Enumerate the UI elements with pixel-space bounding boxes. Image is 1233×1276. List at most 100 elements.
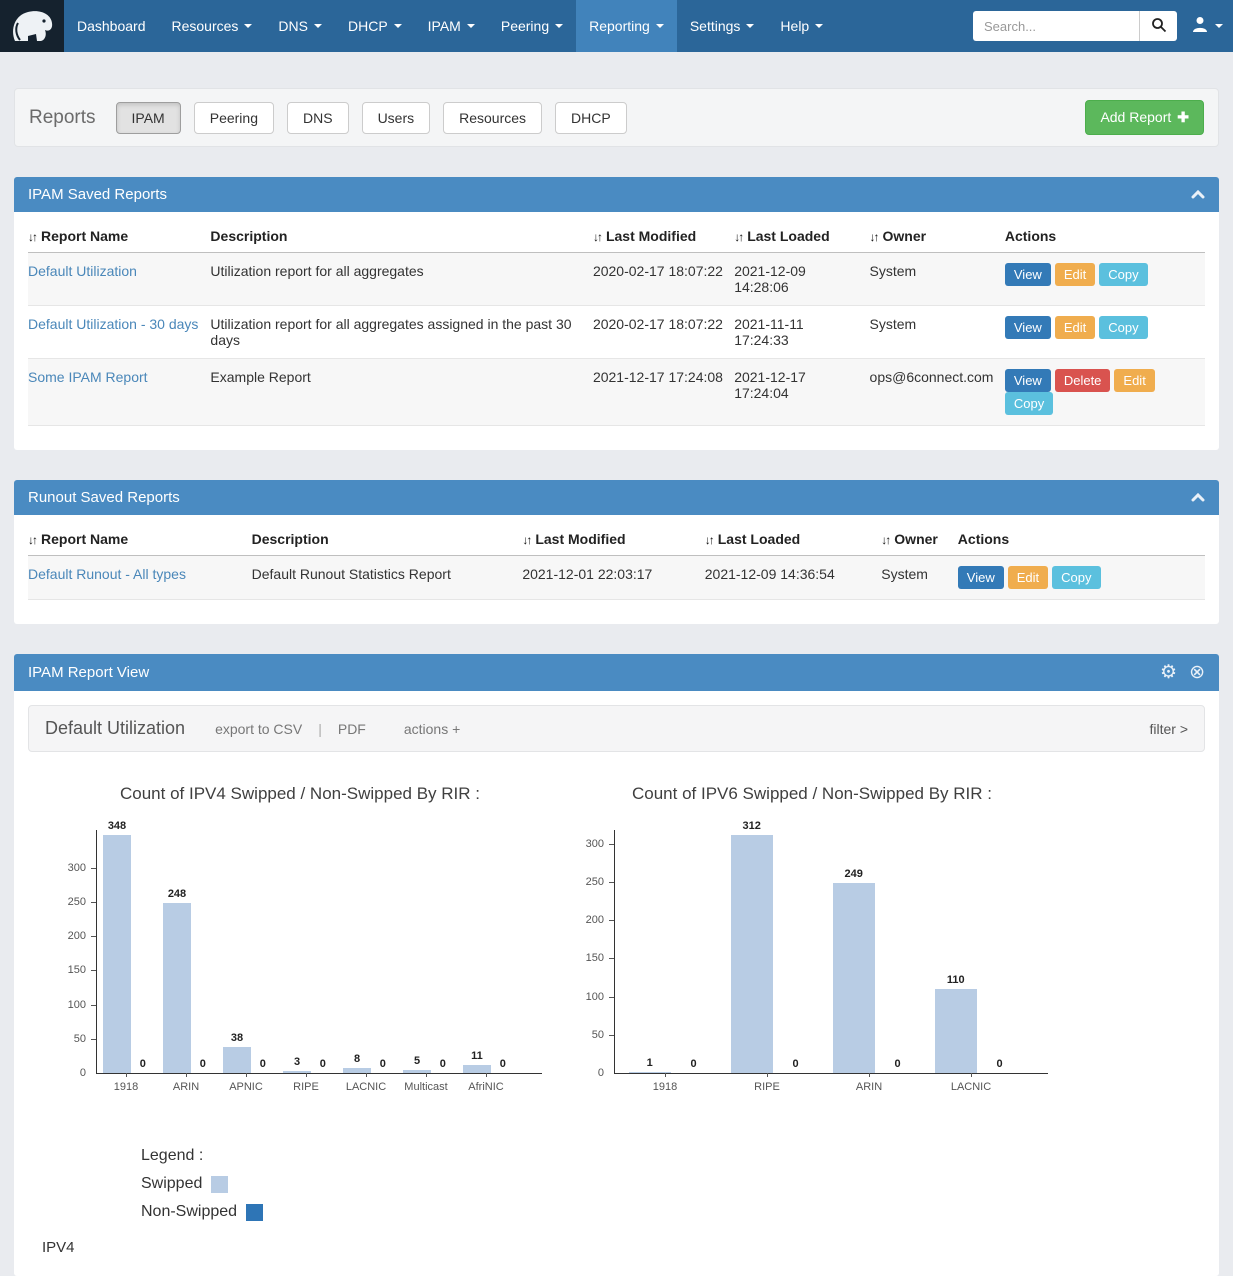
nav-item-label: Settings — [690, 18, 741, 34]
nav-item-dhcp[interactable]: DHCP — [335, 0, 415, 52]
report-link[interactable]: Some IPAM Report — [28, 369, 148, 385]
nav-item-resources[interactable]: Resources — [159, 0, 266, 52]
column-header-last-loaded[interactable]: ↓↑Last Loaded — [734, 218, 869, 253]
chart-plot: 050100150200250300348019182480ARIN380APN… — [56, 830, 544, 1103]
legend-swatch — [211, 1176, 228, 1193]
runout-saved-reports-panel: Runout Saved Reports ↓↑Report NameDescri… — [14, 480, 1219, 624]
delete-button[interactable]: Delete — [1055, 369, 1111, 392]
report-link[interactable]: Default Utilization — [28, 263, 137, 279]
copy-button[interactable]: Copy — [1005, 392, 1053, 415]
search-button[interactable] — [1139, 11, 1177, 41]
x-tick-label: AfriNIC — [456, 1081, 516, 1093]
add-report-button[interactable]: Add Report✚ — [1085, 100, 1204, 135]
y-tick-label: 100 — [56, 999, 86, 1011]
gear-icon[interactable]: ⚙ — [1160, 663, 1177, 682]
edit-button[interactable]: Edit — [1114, 369, 1154, 392]
column-label: Last Loaded — [747, 228, 829, 244]
nav-item-peering[interactable]: Peering — [488, 0, 576, 52]
copy-button[interactable]: Copy — [1052, 566, 1100, 589]
panel-title: IPAM Report View — [28, 664, 149, 681]
last-modified-cell: 2020-02-17 18:07:22 — [593, 306, 734, 359]
column-header-last-loaded[interactable]: ↓↑Last Loaded — [705, 521, 882, 556]
tab-users[interactable]: Users — [362, 102, 431, 134]
y-tick-label: 250 — [574, 876, 604, 888]
description-cell: Example Report — [210, 359, 593, 426]
x-tick — [126, 1073, 127, 1077]
collapse-chevron-icon[interactable] — [1191, 493, 1205, 502]
bar-chart-ipv6: Count of IPV6 Swipped / Non-Swipped By R… — [574, 784, 1050, 1103]
chevron-down-icon — [746, 24, 754, 28]
y-tick-label: 200 — [574, 914, 604, 926]
nav-item-settings[interactable]: Settings — [677, 0, 768, 52]
edit-button[interactable]: Edit — [1055, 316, 1095, 339]
nav-item-dns[interactable]: DNS — [265, 0, 335, 52]
ipam-saved-reports-panel: IPAM Saved Reports ↓↑Report NameDescript… — [14, 177, 1219, 450]
column-header-owner[interactable]: ↓↑Owner — [870, 218, 1005, 253]
report-name-cell: Default Utilization — [28, 253, 210, 306]
mammoth-logo-icon[interactable] — [0, 0, 64, 52]
x-tick — [665, 1073, 666, 1077]
tab-resources[interactable]: Resources — [443, 102, 542, 134]
sort-icon: ↓↑ — [522, 533, 530, 547]
report-tabs: IPAM Peering DNS Users Resources DHCP — [116, 102, 640, 134]
collapse-chevron-icon[interactable] — [1191, 190, 1205, 199]
y-tick-label: 100 — [574, 991, 604, 1003]
nav-item-reporting[interactable]: Reporting — [576, 0, 677, 52]
column-label: Description — [252, 531, 329, 547]
runout-reports-table: ↓↑Report NameDescription↓↑Last Modified↓… — [28, 521, 1205, 600]
nav-item-label: Peering — [501, 18, 549, 34]
top-navbar: DashboardResourcesDNSDHCPIPAM Peering Repo… — [0, 0, 1233, 52]
export-csv-link[interactable]: export to CSV — [215, 721, 302, 737]
bar-swipped — [833, 883, 875, 1073]
bar-value-label: 1 — [625, 1057, 675, 1069]
column-label: Actions — [1005, 228, 1056, 244]
nav-menu: DashboardResourcesDNSDHCPIPAM Peering Repo… — [64, 0, 836, 52]
report-name-cell: Some IPAM Report — [28, 359, 210, 426]
export-pdf-link[interactable]: PDF — [338, 721, 366, 737]
bar-value-label: 249 — [829, 868, 879, 880]
tab-dns[interactable]: DNS — [287, 102, 349, 134]
report-name-cell: Default Runout - All types — [28, 556, 252, 600]
nav-item-help[interactable]: Help — [767, 0, 836, 52]
view-button[interactable]: View — [1005, 369, 1051, 392]
copy-button[interactable]: Copy — [1099, 316, 1147, 339]
edit-button[interactable]: Edit — [1055, 263, 1095, 286]
column-header-report-name[interactable]: ↓↑Report Name — [28, 218, 210, 253]
description-cell: Utilization report for all aggregates as… — [210, 306, 593, 359]
nav-item-dashboard[interactable]: Dashboard — [64, 0, 159, 52]
chevron-down-icon — [555, 24, 563, 28]
tab-dhcp[interactable]: DHCP — [555, 102, 627, 134]
view-button[interactable]: View — [1005, 263, 1051, 286]
column-header-last-modified[interactable]: ↓↑Last Modified — [593, 218, 734, 253]
bar-swipped — [731, 835, 773, 1073]
close-icon[interactable]: ⊗ — [1189, 663, 1205, 682]
edit-button[interactable]: Edit — [1008, 566, 1048, 589]
column-header-owner[interactable]: ↓↑Owner — [881, 521, 958, 556]
search-input[interactable] — [973, 11, 1139, 41]
owner-cell: System — [870, 306, 1005, 359]
sort-icon: ↓↑ — [705, 533, 713, 547]
last-modified-cell: 2021-12-17 17:24:08 — [593, 359, 734, 426]
view-button[interactable]: View — [958, 566, 1004, 589]
legend-label: Swipped — [141, 1175, 202, 1193]
column-header-actions: Actions — [1005, 218, 1205, 253]
actions-cell: ViewDeleteEdit Copy — [1005, 359, 1205, 426]
bar-group-afrinic: 110 — [456, 830, 516, 1073]
actions-menu-link[interactable]: actions + — [404, 721, 460, 737]
copy-button[interactable]: Copy — [1099, 263, 1147, 286]
column-header-last-modified[interactable]: ↓↑Last Modified — [522, 521, 704, 556]
tab-peering[interactable]: Peering — [194, 102, 274, 134]
sort-icon: ↓↑ — [870, 230, 878, 244]
column-header-report-name[interactable]: ↓↑Report Name — [28, 521, 252, 556]
nav-item-ipam[interactable]: IPAM — [415, 0, 488, 52]
view-button[interactable]: View — [1005, 316, 1051, 339]
report-link[interactable]: Default Runout - All types — [28, 566, 186, 582]
column-label: Actions — [958, 531, 1009, 547]
filter-toggle[interactable]: filter > — [1149, 721, 1188, 737]
link-separator: | — [318, 721, 322, 737]
tab-ipam[interactable]: IPAM — [116, 102, 181, 134]
user-menu[interactable] — [1191, 15, 1223, 38]
bar-value-label: 312 — [727, 820, 777, 832]
nav-item-label: Help — [780, 18, 809, 34]
report-link[interactable]: Default Utilization - 30 days — [28, 316, 198, 332]
